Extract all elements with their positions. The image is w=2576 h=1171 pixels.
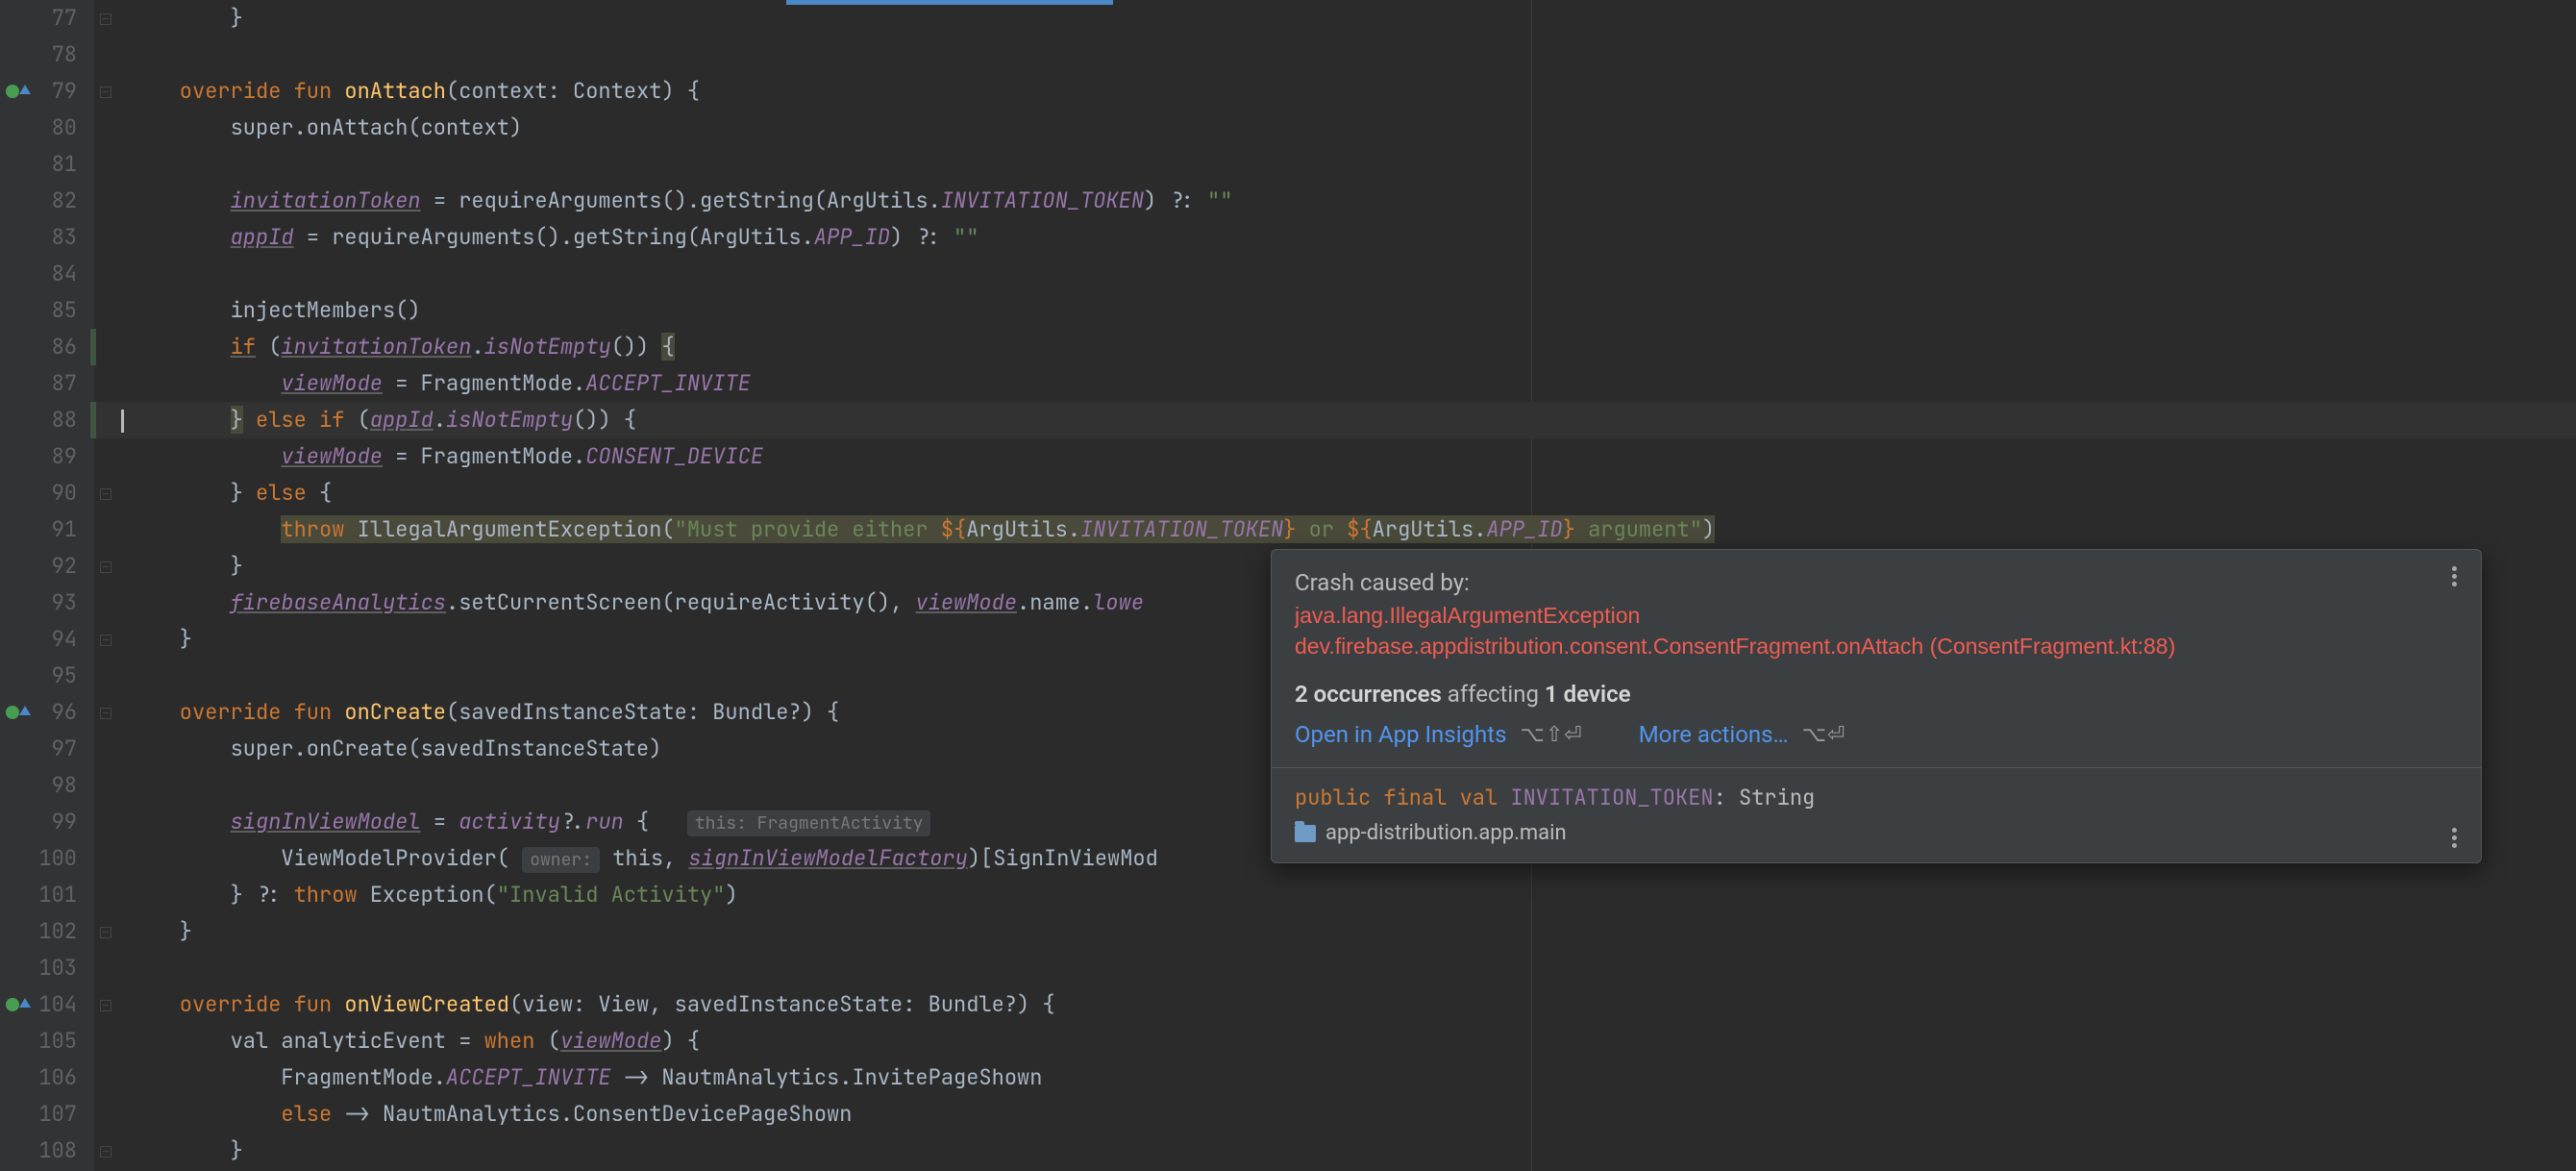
more-menu-icon[interactable]	[2442, 563, 2465, 586]
line-number[interactable]: 77	[0, 0, 77, 37]
line-number[interactable]: 101	[0, 877, 77, 913]
line-number[interactable]: 98	[0, 767, 77, 804]
line-number[interactable]: 104	[0, 986, 77, 1023]
line-number[interactable]: 102	[0, 913, 77, 950]
crash-exception: java.lang.IllegalArgumentException	[1295, 600, 2458, 631]
line-number[interactable]: 83	[0, 219, 77, 256]
inlay-hint: this: FragmentActivity	[687, 810, 931, 836]
line-number[interactable]: 105	[0, 1023, 77, 1059]
line-number[interactable]: 88	[0, 402, 77, 438]
line-number[interactable]: 79	[0, 73, 77, 110]
line-number[interactable]: 87	[0, 365, 77, 402]
line-number[interactable]: 108	[0, 1133, 77, 1169]
more-actions-link[interactable]: More actions…	[1639, 721, 1789, 748]
fold-icon[interactable]	[100, 87, 111, 98]
line-number[interactable]: 97	[0, 731, 77, 767]
override-gutter-icon[interactable]	[6, 85, 19, 98]
line-number[interactable]: 106	[0, 1059, 77, 1096]
line-number[interactable]: 85	[0, 292, 77, 329]
crash-stats: 2 occurrences affecting 1 device	[1295, 681, 2458, 708]
fold-icon[interactable]	[100, 13, 111, 25]
declaration-module: app-distribution.app.main	[1295, 817, 2458, 862]
line-number[interactable]: 86	[0, 329, 77, 365]
line-number[interactable]: 80	[0, 110, 77, 146]
line-number[interactable]: 89	[0, 438, 77, 475]
crash-insight-popup: Crash caused by: java.lang.IllegalArgume…	[1271, 549, 2482, 863]
line-number[interactable]: 84	[0, 256, 77, 292]
line-number[interactable]: 99	[0, 804, 77, 840]
fold-icon[interactable]	[100, 927, 111, 938]
line-number[interactable]: 92	[0, 548, 77, 585]
line-number[interactable]: 96	[0, 694, 77, 731]
fold-icon[interactable]	[100, 708, 111, 719]
line-number[interactable]: 91	[0, 511, 77, 548]
code-editor: 77 78 79 80 81 82 83 84 85 86 87 88 89 9…	[0, 0, 2576, 1171]
fold-icon[interactable]	[100, 488, 111, 500]
line-number[interactable]: 100	[0, 840, 77, 877]
more-menu-icon[interactable]	[2442, 825, 2465, 848]
line-number[interactable]: 103	[0, 950, 77, 986]
fold-icon[interactable]	[100, 1000, 111, 1011]
shortcut-hint: ⌥⏎	[1802, 723, 1846, 747]
line-number[interactable]: 82	[0, 183, 77, 219]
line-number[interactable]: 95	[0, 658, 77, 694]
line-number[interactable]: 107	[0, 1096, 77, 1133]
line-number[interactable]: 90	[0, 475, 77, 511]
gutter: 77 78 79 80 81 82 83 84 85 86 87 88 89 9…	[0, 0, 94, 1171]
fold-icon[interactable]	[100, 635, 111, 646]
fold-icon[interactable]	[100, 561, 111, 573]
line-number[interactable]: 78	[0, 37, 77, 73]
vcs-change-marker[interactable]	[90, 329, 96, 365]
caret	[121, 410, 124, 433]
folder-icon	[1295, 825, 1316, 842]
vcs-change-marker[interactable]	[90, 402, 96, 438]
override-gutter-icon[interactable]	[6, 998, 19, 1011]
line-number[interactable]: 81	[0, 146, 77, 183]
declaration-signature: public final val INVITATION_TOKEN: Strin…	[1295, 768, 2458, 817]
shortcut-hint: ⌥⇧⏎	[1520, 723, 1582, 747]
inlay-hint: owner:	[522, 847, 600, 873]
line-number[interactable]: 93	[0, 585, 77, 621]
fold-icon[interactable]	[100, 1146, 111, 1158]
open-app-insights-link[interactable]: Open in App Insights	[1295, 721, 1506, 748]
crash-title: Crash caused by:	[1295, 569, 2458, 596]
crash-location: dev.firebase.appdistribution.consent.Con…	[1295, 631, 2458, 661]
line-number[interactable]: 94	[0, 621, 77, 658]
code-area[interactable]: } override fun onAttach(context: Context…	[94, 0, 2576, 1171]
override-gutter-icon[interactable]	[6, 706, 19, 719]
